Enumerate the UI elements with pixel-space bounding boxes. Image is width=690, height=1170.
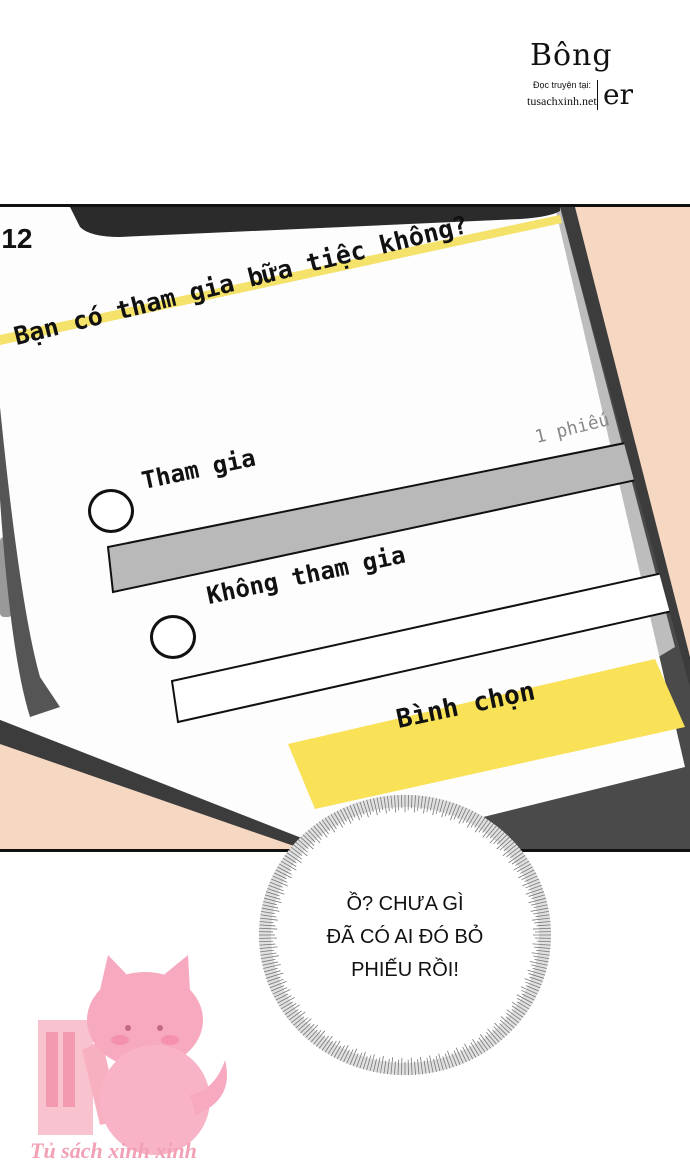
publisher-logo: Bông Đọc truyện tại: tusachxinh.net er: [525, 38, 650, 118]
pink-cat-books-icon: [38, 955, 227, 1155]
speech-line-2: ĐÃ CÓ AI ĐÓ BỎ: [326, 926, 484, 948]
logo-site: tusachxinh.net: [527, 94, 597, 108]
logo-name-bottom: er: [603, 78, 633, 111]
vote-count: 1 phiếu: [532, 409, 612, 448]
status-time: :12: [0, 223, 33, 254]
logo-read-label: Đọc truyện tại:: [533, 80, 592, 90]
option-label-tham-gia[interactable]: Tham gia: [139, 444, 258, 495]
logo-name-top: Bông: [530, 38, 613, 73]
radio-khong-tham-gia[interactable]: [150, 615, 196, 659]
option-label-khong-tham-gia[interactable]: Không tham gia: [204, 541, 408, 610]
logo-divider: [597, 80, 598, 110]
speech-text: Ồ? CHƯA GÌ ĐÃ CÓ AI ĐÓ BỎ PHIẾU RỒI!: [300, 888, 510, 987]
speech-line-1: Ồ? CHƯA GÌ: [346, 893, 464, 915]
speech-line-3: PHIẾU RỒI!: [351, 959, 459, 981]
radio-tham-gia[interactable]: [88, 489, 134, 533]
vote-button-label[interactable]: Bình chọn: [394, 676, 538, 735]
watermark-text: Tủ sách xinh xinh: [30, 1138, 197, 1163]
poll-question: Bạn có tham gia bữa tiệc không?: [10, 209, 471, 351]
comic-panel: :12 Bạn có tham gia bữa tiệc không? 1 ph…: [0, 204, 690, 852]
